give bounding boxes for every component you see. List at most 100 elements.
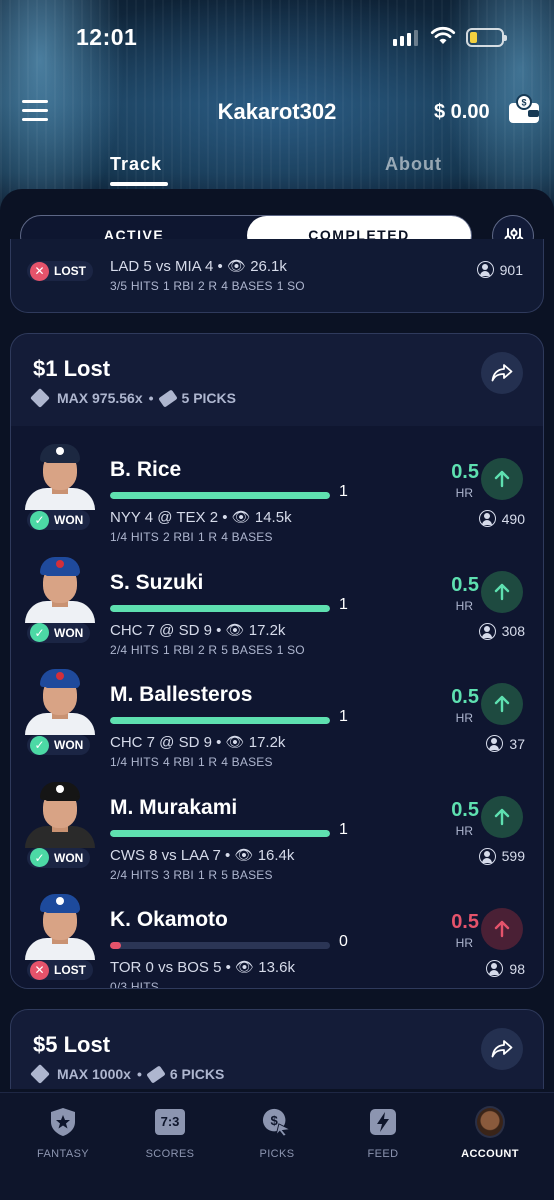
user-icon (478, 510, 496, 527)
progress-value: 1 (339, 483, 348, 500)
market-type: HR (455, 598, 473, 613)
entry-card[interactable]: $5 Lost MAX 1000x • 6 PICKS (10, 1009, 544, 1089)
stat-item: 4 RBI (162, 755, 194, 769)
game-score: NYY 4 @ TEX 2 (110, 509, 219, 526)
nav-label: PICKS (259, 1148, 295, 1160)
market-type: HR (455, 711, 473, 725)
view-count: 17.2k (248, 734, 286, 751)
users-count-value: 308 (501, 623, 525, 639)
check-icon: ✓ (30, 735, 49, 755)
status-bar: 12:01 (0, 0, 554, 70)
share-button[interactable] (481, 1028, 523, 1070)
over-under-button[interactable] (481, 795, 523, 838)
entry-title: $5 Lost (33, 1032, 111, 1057)
status-time: 12:01 (76, 24, 138, 50)
users-count: 98 (486, 960, 525, 977)
result-label: WON (54, 850, 84, 865)
over-under-button[interactable] (481, 570, 523, 613)
pick-row[interactable]: ✓ WON B. Rice 1 NYY 4 @ TEX 2 • 👁 14.5k 1/4 H… (11, 438, 543, 550)
user-icon (486, 960, 504, 977)
wallet-icon[interactable]: $ (508, 94, 540, 124)
over-under-button[interactable] (481, 458, 523, 500)
pick-row[interactable]: ✓ WON M. Ballesteros 1 CHC 7 @ SD 9 • 👁 17.2… (11, 663, 543, 775)
stat-item: 3 RBI (162, 867, 194, 882)
cellular-signal-icon (393, 30, 418, 46)
game-line: CHC 7 @ SD 9 • 👁 17.2k (110, 621, 286, 639)
eye-icon: 👁 (235, 959, 255, 976)
pick-row[interactable]: ✕ LOST K. Okamoto 0 TOR 0 vs BOS 5 • 👁 13.6k… (11, 888, 543, 989)
stat-item: 3/5 HITS (110, 279, 159, 293)
app-bar: Kakarot302 $ 0.00 $ (0, 88, 554, 138)
scoreboard-text: 7:3 (155, 1109, 185, 1135)
market-type: HR (455, 936, 473, 950)
users-count-value: 901 (499, 261, 523, 278)
users-count-value: 599 (501, 848, 525, 864)
line-value: 0.5 (451, 686, 479, 708)
tab-track[interactable]: Track (110, 154, 162, 175)
wallet-balance[interactable]: $ 0.00 (434, 101, 490, 124)
diamond-icon (30, 1064, 50, 1084)
share-icon (491, 364, 513, 382)
player-headshot (21, 892, 99, 960)
arrow-up-icon (494, 808, 510, 825)
stat-line: 2/4 HITS 3 RBI 1 R5 BASES (110, 868, 277, 882)
stat-item: 1 SO (276, 642, 305, 657)
feed-lightning-icon (368, 1107, 398, 1137)
result-label: WON (54, 513, 84, 527)
share-button[interactable] (481, 352, 523, 394)
entry-card[interactable]: $1 Lost MAX 975.56x • 5 PICKS ✓ WON B. Ric… (10, 333, 544, 989)
player-headshot (21, 667, 99, 735)
player-headshot (21, 442, 99, 510)
progress-fill (110, 492, 330, 499)
users-count-value: 37 (509, 735, 525, 752)
stat-item: 1 R (197, 755, 218, 769)
max-multiplier: MAX 975.56x (57, 390, 143, 406)
stat-item: 2/4 HITS (110, 867, 159, 882)
nav-picks[interactable]: $ PICKS (232, 1107, 322, 1160)
nav-feed[interactable]: FEED (338, 1107, 428, 1160)
diamond-icon (30, 388, 50, 408)
progress-value: 1 (339, 820, 348, 838)
pick-row[interactable]: ✓ WON S. Suzuki 1 CHC 7 @ SD 9 • 👁 17.2k 2/4 … (11, 551, 543, 663)
users-count: 490 (478, 510, 525, 527)
nav-label: ACCOUNT (461, 1148, 519, 1160)
over-under-button[interactable] (481, 683, 523, 725)
game-score: LAD 5 vs MIA 4 (110, 258, 214, 275)
nav-fantasy[interactable]: FANTASY (18, 1107, 108, 1160)
user-icon (478, 847, 496, 865)
stat-item: 0/3 HITS (110, 980, 159, 989)
player-headshot (21, 780, 99, 848)
progress-value: 1 (339, 708, 348, 725)
tab-about[interactable]: About (385, 154, 442, 175)
nav-scores[interactable]: 7:3 SCORES (125, 1107, 215, 1160)
market-type: HR (455, 823, 473, 838)
result-label: WON (54, 625, 84, 640)
result-label: LOST (54, 963, 86, 977)
users-count: 308 (478, 622, 525, 640)
player-headshot (21, 555, 99, 623)
entry-subtitle: MAX 1000x • 6 PICKS (30, 1064, 224, 1084)
x-icon: ✕ (30, 960, 49, 980)
stat-item: 5 BASES (221, 642, 273, 657)
over-under-button[interactable] (481, 908, 523, 950)
stat-item: 2 R (197, 279, 218, 293)
eye-icon: 👁 (225, 621, 245, 639)
game-score: CHC 7 @ SD 9 (110, 734, 212, 751)
line-value: 0.5 (451, 911, 479, 933)
progress-fill (110, 717, 330, 724)
users-count: 901 (476, 261, 523, 278)
pick-row[interactable]: ✓ WON M. Murakami 1 CWS 8 vs LAA 7 • 👁 16.4k… (11, 776, 543, 888)
progress-bar (110, 942, 330, 949)
stat-item: 2/4 HITS (110, 642, 159, 657)
battery-icon (466, 28, 507, 47)
view-count: 16.4k (257, 846, 295, 864)
stat-line: 2/4 HITS 1 RBI 2 R5 BASES 1 SO (110, 643, 309, 657)
previous-entry-card[interactable]: ✕ LOST LAD 5 vs MIA 4 • 👁 26.1k 3/5 HITS… (10, 239, 544, 313)
tab-track-underline (110, 182, 168, 186)
nav-account[interactable]: ACCOUNT (445, 1106, 535, 1160)
stat-item: 1/4 HITS (110, 755, 159, 769)
svg-text:$: $ (521, 98, 526, 108)
game-line: CHC 7 @ SD 9 • 👁 17.2k (110, 734, 286, 751)
users-count: 599 (478, 847, 525, 865)
nav-label: FANTASY (36, 1148, 90, 1160)
